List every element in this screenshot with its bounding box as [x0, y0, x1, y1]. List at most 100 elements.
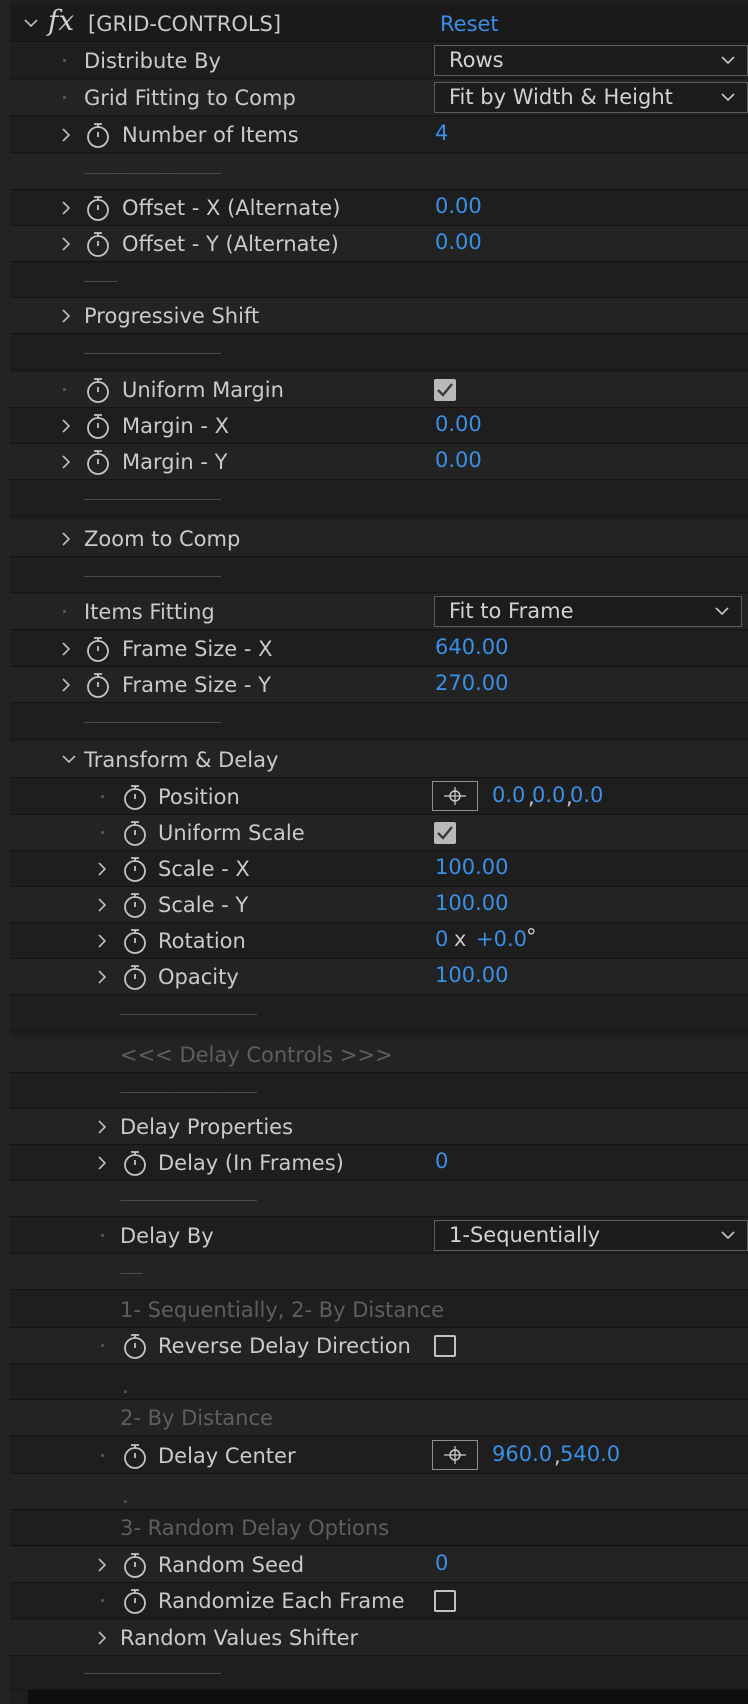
uniform-scale-checkbox[interactable]: [434, 822, 456, 844]
uniform-margin-label: Uniform Margin: [122, 378, 284, 402]
randomize-each-frame-label: Randomize Each Frame: [158, 1589, 405, 1613]
stopwatch-icon[interactable]: [122, 964, 148, 990]
scale-y-value[interactable]: 100.00: [435, 885, 508, 921]
expand-chevron-icon[interactable]: [58, 521, 74, 557]
separator-text: ---------: [84, 274, 118, 289]
separator-text: -------------------------------------: [120, 1085, 258, 1100]
by-distance-note: 2- By Distance: [120, 1406, 273, 1430]
distribute-by-dropdown[interactable]: Rows: [434, 45, 748, 76]
items-fitting-dropdown[interactable]: Fit to Frame: [434, 596, 742, 627]
expand-chevron-icon[interactable]: [58, 226, 74, 262]
stopwatch-icon[interactable]: [122, 1552, 148, 1578]
rotation-x-separator: x: [454, 927, 467, 951]
delay-in-frames-value[interactable]: 0: [435, 1143, 448, 1179]
expand-chevron-icon[interactable]: [94, 923, 110, 959]
rotation-revolutions-value[interactable]: 0: [435, 921, 448, 957]
expand-chevron-icon[interactable]: [58, 298, 74, 334]
stopwatch-icon[interactable]: [85, 413, 111, 439]
fx-toggle-icon[interactable]: fx: [48, 4, 74, 37]
delay-center-point-picker[interactable]: [432, 1440, 478, 1470]
stopwatch-icon[interactable]: [122, 892, 148, 918]
frame-size-y-value[interactable]: 270.00: [435, 665, 508, 701]
expand-chevron-icon[interactable]: [58, 190, 74, 226]
delay-properties-row[interactable]: Delay Properties: [10, 1109, 748, 1145]
stopwatch-icon[interactable]: [85, 231, 111, 257]
stopwatch-icon[interactable]: [85, 449, 111, 475]
randomize-each-frame-checkbox[interactable]: [434, 1590, 456, 1612]
rotation-degree-unit: °: [526, 925, 537, 949]
stopwatch-icon[interactable]: [85, 195, 111, 221]
expand-chevron-icon[interactable]: [94, 1547, 110, 1583]
margin-y-value[interactable]: 0.00: [435, 442, 482, 478]
expand-chevron-icon[interactable]: [94, 1145, 110, 1181]
number-of-items-value[interactable]: 4: [435, 115, 448, 151]
stopwatch-icon[interactable]: [122, 784, 148, 810]
transform-delay-group-row[interactable]: Transform & Delay: [10, 742, 748, 778]
stopwatch-icon[interactable]: [122, 1443, 148, 1469]
stopwatch-icon[interactable]: [85, 636, 111, 662]
panel-gutter: [0, 0, 10, 1704]
stopwatch-icon[interactable]: [85, 672, 111, 698]
expand-chevron-icon[interactable]: [58, 631, 74, 667]
rotation-degrees-value[interactable]: +0.0: [476, 921, 527, 957]
margin-x-value[interactable]: 0.00: [435, 406, 482, 442]
separator-text: -------------------------------------: [84, 1666, 222, 1681]
position-label: Position: [158, 785, 240, 809]
expand-chevron-icon[interactable]: [94, 959, 110, 995]
stopwatch-icon[interactable]: [122, 856, 148, 882]
chevron-down-icon: [721, 1231, 735, 1240]
opacity-value[interactable]: 100.00: [435, 957, 508, 993]
expand-chevron-icon[interactable]: [58, 444, 74, 480]
progressive-shift-row[interactable]: Progressive Shift: [10, 298, 748, 334]
reverse-delay-checkbox[interactable]: [434, 1335, 456, 1357]
position-y-value[interactable]: 0.0: [532, 777, 565, 813]
stopwatch-icon[interactable]: [122, 1333, 148, 1359]
offset-x-value[interactable]: 0.00: [435, 188, 482, 224]
delay-by-value: 1-Sequentially: [449, 1223, 601, 1247]
expand-chevron-icon[interactable]: [94, 887, 110, 923]
zoom-to-comp-row[interactable]: Zoom to Comp: [10, 521, 748, 557]
effect-controls-panel: fx [GRID-CONTROLS] Reset Distribute By R…: [0, 0, 748, 1704]
stopwatch-icon[interactable]: [85, 122, 111, 148]
grid-fitting-row: Grid Fitting to Comp Fit by Width & Heig…: [10, 80, 748, 116]
frame-size-x-row: Frame Size - X 640.00: [10, 631, 748, 667]
uniform-margin-checkbox[interactable]: [434, 379, 456, 401]
bullet-dot: [101, 795, 104, 798]
frame-size-y-row: Frame Size - Y 270.00: [10, 667, 748, 703]
bullet-dot: [101, 1234, 104, 1237]
expand-chevron-icon[interactable]: [94, 1620, 110, 1656]
reverse-delay-label: Reverse Delay Direction: [158, 1334, 411, 1358]
scale-x-value[interactable]: 100.00: [435, 849, 508, 885]
position-point-picker[interactable]: [432, 781, 478, 811]
zoom-to-comp-label: Zoom to Comp: [84, 527, 241, 551]
stopwatch-icon[interactable]: [122, 928, 148, 954]
rotation-row: Rotation 0 x +0.0 °: [10, 923, 748, 959]
collapse-chevron-icon[interactable]: [60, 742, 76, 778]
stopwatch-icon[interactable]: [122, 1150, 148, 1176]
expand-chevron-icon[interactable]: [58, 408, 74, 444]
random-delay-note-row: 3- Random Delay Options: [10, 1510, 748, 1546]
delay-by-dropdown[interactable]: 1-Sequentially: [434, 1220, 748, 1251]
delay-center-label: Delay Center: [158, 1444, 296, 1468]
position-z-value[interactable]: 0.0: [570, 777, 603, 813]
offset-y-value[interactable]: 0.00: [435, 224, 482, 260]
stopwatch-icon[interactable]: [122, 820, 148, 846]
position-x-value[interactable]: 0.0: [492, 777, 525, 813]
expand-chevron-icon[interactable]: [58, 117, 74, 153]
delay-center-y-value[interactable]: 540.0: [560, 1436, 620, 1472]
effect-header-row[interactable]: fx [GRID-CONTROLS] Reset: [10, 4, 748, 42]
random-values-shifter-row[interactable]: Random Values Shifter: [10, 1620, 748, 1656]
separator-row: -------------------------------------: [10, 703, 748, 739]
stopwatch-icon[interactable]: [122, 1588, 148, 1614]
expand-chevron-icon[interactable]: [94, 851, 110, 887]
position-row: Position 0.0 , 0.0 , 0.0: [10, 779, 748, 815]
frame-size-x-value[interactable]: 640.00: [435, 629, 508, 665]
reset-button[interactable]: Reset: [440, 6, 499, 42]
delay-center-x-value[interactable]: 960.0: [492, 1436, 552, 1472]
expand-chevron-icon[interactable]: [58, 667, 74, 703]
stopwatch-icon[interactable]: [85, 377, 111, 403]
random-seed-value[interactable]: 0: [435, 1545, 448, 1581]
grid-fitting-dropdown[interactable]: Fit by Width & Height: [434, 82, 748, 113]
collapse-chevron-icon[interactable]: [22, 6, 38, 42]
expand-chevron-icon[interactable]: [94, 1109, 110, 1145]
